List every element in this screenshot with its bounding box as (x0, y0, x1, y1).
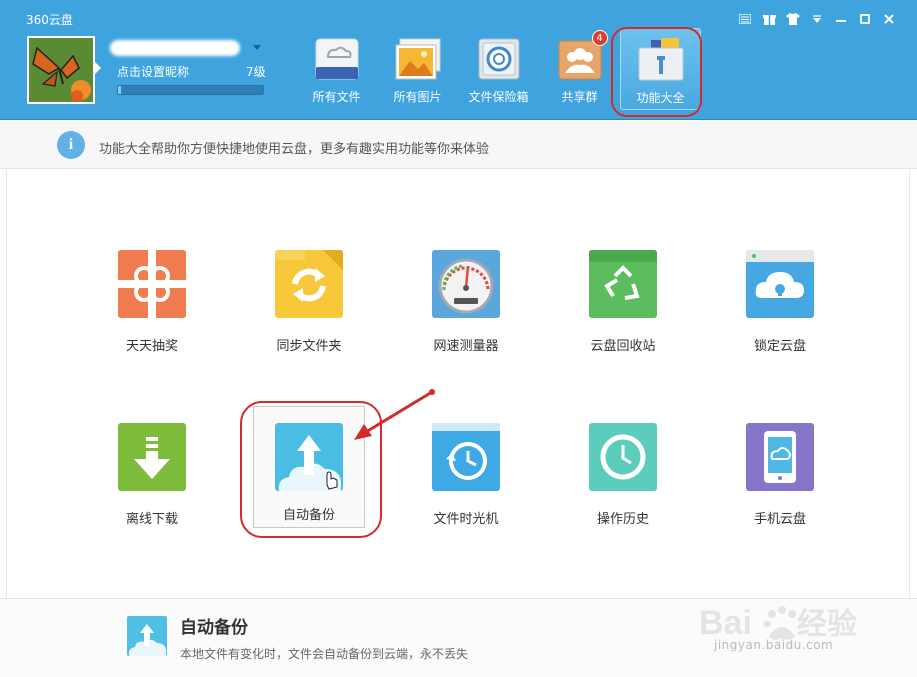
safe-icon (475, 36, 523, 82)
share-group-badge: 4 (591, 30, 608, 46)
tool-label: 自动备份 (282, 508, 335, 523)
recycle-icon (589, 250, 657, 318)
nav-all-files[interactable]: 所有文件 (296, 28, 377, 110)
tool-label: 手机云盘 (753, 512, 806, 527)
tool-label: 操作历史 (596, 512, 649, 527)
gift-icon[interactable] (761, 12, 777, 26)
cloud-upload-icon (127, 616, 167, 656)
title-bar: 360云盘 点击设置昵称 7级 所有文件 所有图片 文件保险箱 4 共享群 功能… (0, 0, 917, 120)
tool-lock-drive[interactable]: 锁定云盘 (720, 250, 840, 380)
username-redacted (110, 40, 240, 56)
tool-label: 锁定云盘 (753, 339, 806, 354)
username-dropdown-icon[interactable] (253, 45, 261, 50)
cloud-upload-icon (275, 423, 343, 491)
info-icon: i (57, 131, 85, 159)
phone-cloud-icon (746, 423, 814, 491)
nav-label: 所有文件 (312, 90, 361, 104)
tool-recycle-bin[interactable]: 云盘回收站 (563, 250, 683, 380)
description-text: 本地文件有变化时，文件会自动备份到云端，永不丢失 (180, 647, 469, 661)
nav-all-pictures[interactable]: 所有图片 (377, 28, 458, 110)
clock-icon (589, 423, 657, 491)
picture-icon (394, 36, 442, 82)
tool-offline-download[interactable]: 离线下载 (92, 423, 212, 553)
toolbox-icon (637, 37, 685, 83)
app-title: 360云盘 (26, 13, 73, 27)
description-title: 自动备份 (180, 618, 248, 638)
main-nav: 所有文件 所有图片 文件保险箱 4 共享群 功能大全 (296, 28, 701, 110)
cloud-drive-icon (313, 36, 361, 82)
tool-mobile-drive[interactable]: 手机云盘 (720, 423, 840, 553)
tool-label: 离线下载 (125, 512, 178, 527)
maximize-icon[interactable] (857, 12, 873, 26)
window-controls (737, 12, 897, 26)
tool-label: 网速测量器 (433, 339, 499, 354)
user-level: 7级 (246, 65, 266, 79)
nickname-prompt[interactable]: 点击设置昵称 (117, 63, 189, 80)
level-progress-fill (118, 86, 121, 94)
tool-label: 天天抽奖 (125, 339, 178, 354)
nav-file-safe[interactable]: 文件保险箱 (458, 28, 539, 110)
tool-speed-test[interactable]: 网速测量器 (406, 250, 526, 380)
nav-label: 共享群 (561, 90, 598, 104)
avatar-pointer (95, 62, 101, 74)
tool-daily-lottery[interactable]: 天天抽奖 (92, 250, 212, 380)
info-bar: i 功能大全帮助你方便快捷地使用云盘，更多有趣实用功能等你来体验 (0, 121, 917, 169)
watermark-url: jingyan.baidu.com (714, 638, 834, 652)
lock-cloud-icon (746, 250, 814, 318)
nav-label: 功能大全 (636, 91, 685, 105)
annotation-arrow (354, 389, 435, 440)
avatar[interactable] (27, 36, 95, 104)
close-icon[interactable] (881, 12, 897, 26)
info-text: 功能大全帮助你方便快捷地使用云盘，更多有趣实用功能等你来体验 (99, 142, 490, 157)
menu-icon[interactable] (737, 12, 753, 26)
group-icon: 4 (556, 30, 608, 82)
nav-share-group[interactable]: 4 共享群 (539, 28, 620, 110)
tool-label: 文件时光机 (433, 512, 499, 527)
speedometer-icon (432, 250, 500, 318)
tool-sync-folder[interactable]: 同步文件夹 (249, 250, 369, 380)
nav-toolbox[interactable]: 功能大全 (620, 28, 701, 110)
gift-box-icon (118, 250, 186, 318)
sync-folder-icon (275, 250, 343, 318)
tool-operation-history[interactable]: 操作历史 (563, 423, 683, 553)
download-icon (118, 423, 186, 491)
nav-label: 所有图片 (393, 90, 442, 104)
minimize-icon[interactable] (833, 12, 849, 26)
level-progress-bar (117, 85, 264, 95)
tool-label: 云盘回收站 (590, 339, 656, 354)
shirt-icon[interactable] (785, 12, 801, 26)
tool-label: 同步文件夹 (276, 339, 342, 354)
dropdown-icon[interactable] (809, 12, 825, 26)
nav-label: 文件保险箱 (468, 90, 529, 104)
